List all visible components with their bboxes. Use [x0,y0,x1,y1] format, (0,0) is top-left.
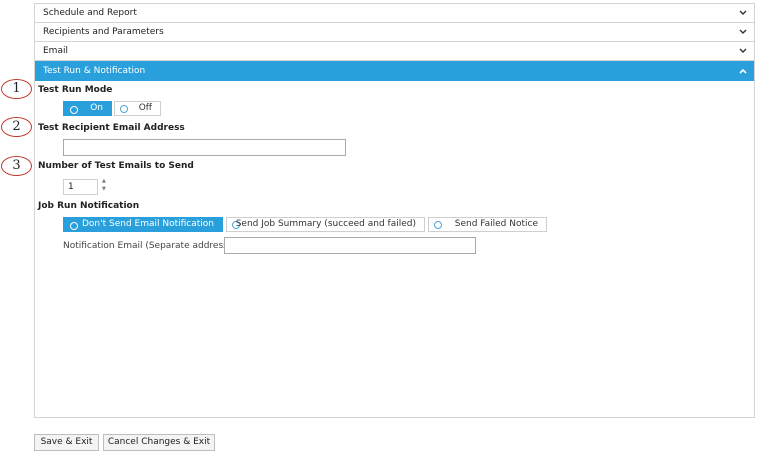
accordion-label: Recipients and Parameters [43,27,164,37]
accordion-label: Test Run & Notification [43,66,146,76]
dont-send-notification-radio[interactable]: Don't Send Email Notification [63,217,223,232]
radio-selected-icon [70,222,78,230]
accordion-test-run-notification[interactable]: Test Run & Notification [35,61,754,81]
chevron-down-icon [739,10,747,15]
test-run-mode-label: Test Run Mode [38,85,113,95]
send-job-summary-radio[interactable]: Send Job Summary (succeed and failed) [226,217,425,232]
chevron-up-icon [739,68,747,74]
job-run-notification-label: Job Run Notification [38,201,140,211]
marker-1: 1 [1,79,32,99]
settings-panel: Schedule and Report Recipients and Param… [34,3,755,418]
radio-unselected-icon [120,105,128,113]
save-exit-button[interactable]: Save & Exit [34,434,99,451]
spin-up-icon[interactable]: ▲ [102,179,106,184]
chevron-down-icon [739,48,747,53]
accordion-recipients-and-parameters[interactable]: Recipients and Parameters [35,23,754,42]
radio-label: Don't Send Email Notification [81,219,214,229]
test-run-mode-off-radio[interactable]: Off [114,101,161,116]
test-emails-count-label: Number of Test Emails to Send [38,161,194,171]
test-emails-count-input[interactable]: 1 [63,179,98,195]
radio-selected-icon [70,106,78,114]
marker-3: 3 [1,156,32,176]
radio-unselected-icon [434,221,442,229]
accordion-label: Email [43,46,68,56]
chevron-down-icon [739,29,747,34]
spin-down-icon[interactable]: ▼ [102,187,106,192]
accordion-schedule-and-report[interactable]: Schedule and Report [35,4,754,23]
radio-label: Send Job Summary (succeed and failed) [235,219,416,229]
test-recipient-email-input[interactable] [63,139,346,156]
test-run-mode-on-radio[interactable]: On [63,101,112,116]
accordion-email[interactable]: Email [35,42,754,61]
accordion-label: Schedule and Report [43,8,137,18]
radio-label: Send Failed Notice [454,219,538,229]
send-failed-notice-radio[interactable]: Send Failed Notice [428,217,547,232]
radio-label: Off [138,103,152,113]
test-recipient-label: Test Recipient Email Address [38,123,185,133]
radio-label: On [90,103,103,113]
notification-email-label: Notification Email (Separate address by … [63,241,252,251]
notification-email-input[interactable] [224,237,476,254]
cancel-changes-exit-button[interactable]: Cancel Changes & Exit [103,434,215,451]
marker-2: 2 [1,117,32,137]
